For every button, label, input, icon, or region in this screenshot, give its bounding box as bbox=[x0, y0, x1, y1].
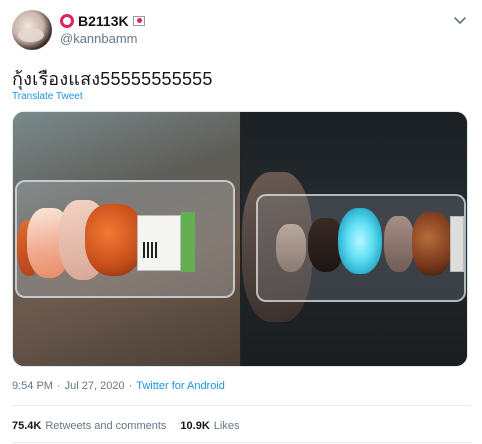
media-photo-left[interactable] bbox=[13, 112, 240, 366]
tweet-source[interactable]: Twitter for Android bbox=[136, 380, 225, 392]
divider bbox=[12, 405, 470, 406]
avatar[interactable] bbox=[12, 10, 52, 50]
likes-count: 10.9K bbox=[180, 420, 210, 432]
retweets-stat[interactable]: 75.4K Retweets and comments bbox=[12, 420, 166, 432]
tweet-header: B2113K @kannbamm bbox=[0, 0, 482, 60]
likes-label: Likes bbox=[213, 420, 240, 432]
tweet-date[interactable]: Jul 27, 2020 bbox=[65, 380, 125, 392]
roe-sushi bbox=[412, 212, 452, 276]
tweet-media[interactable] bbox=[12, 111, 468, 367]
divider bbox=[12, 442, 470, 443]
tweet-time[interactable]: 9:54 PM bbox=[12, 380, 53, 392]
translate-tweet-link[interactable]: Translate Tweet bbox=[12, 91, 83, 102]
author-handle[interactable]: @kannbamm bbox=[60, 31, 138, 46]
price-sticker bbox=[450, 216, 464, 272]
glowing-shrimp bbox=[338, 208, 382, 274]
fish-sushi bbox=[384, 216, 414, 272]
sushi-piece bbox=[276, 224, 306, 272]
retweets-count: 75.4K bbox=[12, 420, 42, 432]
likes-stat[interactable]: 10.9K Likes bbox=[180, 420, 239, 432]
author-name-row[interactable]: B2113K bbox=[60, 12, 145, 30]
meta-separator: · bbox=[56, 380, 61, 392]
red-circle-icon bbox=[60, 14, 74, 28]
tweet-text: กุ้งเรืองแสง55555555555 bbox=[12, 69, 213, 89]
author-display-name[interactable]: B2113K bbox=[78, 13, 129, 29]
tweet-stats: 75.4K Retweets and comments 10.9K Likes bbox=[12, 420, 253, 432]
media-photo-right[interactable] bbox=[242, 112, 467, 366]
retweets-label: Retweets and comments bbox=[45, 420, 167, 432]
green-garnish bbox=[181, 212, 195, 272]
flag-badge-icon bbox=[132, 16, 145, 26]
chevron-down-icon[interactable] bbox=[452, 12, 468, 28]
barcode bbox=[143, 242, 159, 258]
meta-separator: · bbox=[128, 380, 133, 392]
tweet-meta: 9:54 PM · Jul 27, 2020 · Twitter for And… bbox=[12, 380, 225, 392]
roe-sushi bbox=[85, 204, 143, 276]
